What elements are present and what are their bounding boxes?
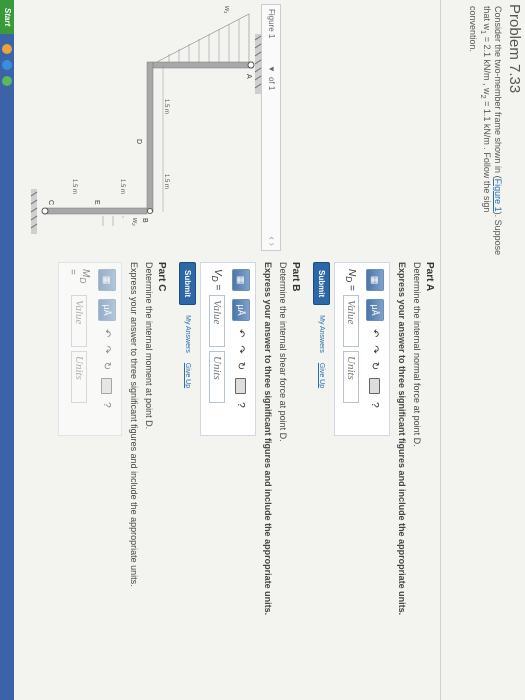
point-b-label: B xyxy=(141,218,148,223)
header-divider xyxy=(440,0,441,700)
part-a-instruction: Express your answer to three significant… xyxy=(397,262,407,616)
figure-pager: of 1 xyxy=(267,77,276,91)
point-c-label: C xyxy=(47,200,54,205)
figure-link[interactable]: Figure 1 xyxy=(493,179,503,212)
part-b-input-row: VD = xyxy=(209,269,225,429)
units-button[interactable]: μÅ xyxy=(232,299,250,321)
part-a-title: Part A xyxy=(424,262,435,292)
part-c-toolbar: ▦ μÅ ↶ ↷ ↻ ? xyxy=(97,269,117,429)
templates-button[interactable]: ▦ xyxy=(232,269,250,291)
part-b-instruction: Express your answer to three significant… xyxy=(263,262,273,616)
screen: Problem 7.33 Consider the two-member fra… xyxy=(0,0,525,700)
undo-icon[interactable]: ↶ xyxy=(370,329,381,337)
member-left-vertical xyxy=(152,61,254,69)
part-a-variable: ND = xyxy=(344,269,358,291)
undo-icon[interactable]: ↶ xyxy=(102,329,113,337)
part-a-question: Determine the internal normal force at p… xyxy=(412,262,422,447)
part-a-give-up[interactable]: Give Up xyxy=(318,363,325,388)
dim-vert-top: 1.5 m xyxy=(119,179,125,194)
reset-icon[interactable]: ↻ xyxy=(236,362,247,370)
member-right-vertical xyxy=(46,207,148,215)
figure-nav-arrows[interactable]: ‹ › xyxy=(266,237,277,246)
w1-load-shape xyxy=(152,13,250,65)
part-c-question: Determine the internal moment at point D… xyxy=(144,262,154,430)
part-b-my-answers[interactable]: My Answers xyxy=(184,315,191,353)
dim-vert-bottom: 1.5 m xyxy=(71,179,77,194)
keyboard-icon[interactable] xyxy=(101,378,113,395)
redo-icon[interactable]: ↷ xyxy=(370,345,381,353)
part-b-submit-line: Submit My Answers Give Up xyxy=(179,262,196,692)
point-d-label: D xyxy=(135,139,142,144)
part-a-submit-button[interactable]: Submit xyxy=(313,262,330,306)
w1-label: w₁ xyxy=(223,6,230,14)
pin-a xyxy=(247,61,255,69)
figure-select-icon[interactable]: ▼ xyxy=(267,65,276,73)
units-button[interactable]: μÅ xyxy=(366,299,384,321)
part-c-variable: MD = xyxy=(67,269,91,284)
part-b-units-input[interactable] xyxy=(209,351,225,403)
w1-load-arrows xyxy=(168,19,240,62)
units-button[interactable]: μÅ xyxy=(98,299,116,321)
problem-title: Problem 7.33 xyxy=(506,4,523,94)
frame-figure: w₁ A D 1.5 m 1.5 m B w₂ E 1.5 m 1.5 m C xyxy=(30,6,262,234)
part-a-my-answers[interactable]: My Answers xyxy=(318,315,325,353)
parts-column: Part A Determine the internal normal for… xyxy=(54,262,435,692)
pin-c xyxy=(41,207,49,215)
redo-icon[interactable]: ↷ xyxy=(236,345,247,353)
redo-icon[interactable]: ↷ xyxy=(102,345,113,353)
part-a-submit-line: Submit My Answers Give Up xyxy=(313,262,330,692)
templates-button[interactable]: ▦ xyxy=(98,269,116,291)
part-c-instruction: Express your answer to three significant… xyxy=(129,262,139,587)
part-a-input-row: ND = xyxy=(343,269,359,429)
app-icon[interactable] xyxy=(2,60,12,70)
part-a-toolbar: ▦ μÅ ↶ ↷ ↻ ? xyxy=(365,269,385,429)
start-button[interactable]: Start xyxy=(0,0,14,34)
part-b-answer-box: ▦ μÅ ↶ ↷ ↻ ? VD = xyxy=(200,262,256,436)
app-icon[interactable] xyxy=(2,76,12,86)
templates-button[interactable]: ▦ xyxy=(366,269,384,291)
help-icon[interactable]: ? xyxy=(102,402,113,408)
pin-b xyxy=(147,208,153,214)
part-b-title: Part B xyxy=(290,262,301,292)
part-a-answer-box: ▦ μÅ ↶ ↷ ↻ ? ND = xyxy=(334,262,390,436)
part-b-submit-button[interactable]: Submit xyxy=(179,262,196,306)
reset-icon[interactable]: ↻ xyxy=(370,362,381,370)
point-e-label: E xyxy=(93,200,100,205)
dim-right: 1.5 m xyxy=(163,174,169,189)
member-horizontal xyxy=(146,61,154,213)
part-c-answer-box: ▦ μÅ ↶ ↷ ↻ ? MD = xyxy=(58,262,122,436)
help-icon[interactable]: ? xyxy=(236,402,247,408)
undo-icon[interactable]: ↶ xyxy=(236,329,247,337)
help-icon[interactable]: ? xyxy=(370,402,381,408)
keyboard-icon[interactable] xyxy=(369,378,381,395)
app-icon[interactable] xyxy=(2,44,12,54)
part-b-toolbar: ▦ μÅ ↶ ↷ ↻ ? xyxy=(231,269,251,429)
w2-label: w₂ xyxy=(131,218,138,226)
part-c-input-row: MD = xyxy=(67,269,91,429)
figure-bar: Figure 1 ▼ of 1 ‹ › xyxy=(261,4,281,251)
part-b-variable: VD = xyxy=(210,269,224,291)
problem-statement: Consider the two-member frame shown in (… xyxy=(468,6,503,256)
part-b-give-up[interactable]: Give Up xyxy=(184,363,191,388)
w2-load-arrows xyxy=(102,216,124,226)
part-a-value-input[interactable] xyxy=(343,295,359,347)
point-a-label: A xyxy=(245,74,252,79)
dim-left: 1.5 m xyxy=(163,99,169,114)
reset-icon[interactable]: ↻ xyxy=(102,362,113,370)
part-b-question: Determine the internal shear force at po… xyxy=(278,262,288,442)
part-a-units-input[interactable] xyxy=(343,351,359,403)
part-c-title: Part C xyxy=(156,262,167,292)
part-b-value-input[interactable] xyxy=(209,295,225,347)
keyboard-icon[interactable] xyxy=(235,378,247,395)
figure-label: Figure 1 xyxy=(267,9,276,39)
part-c-value-input[interactable] xyxy=(71,295,87,347)
taskbar: Start xyxy=(0,0,14,700)
part-c-units-input[interactable] xyxy=(71,351,87,403)
